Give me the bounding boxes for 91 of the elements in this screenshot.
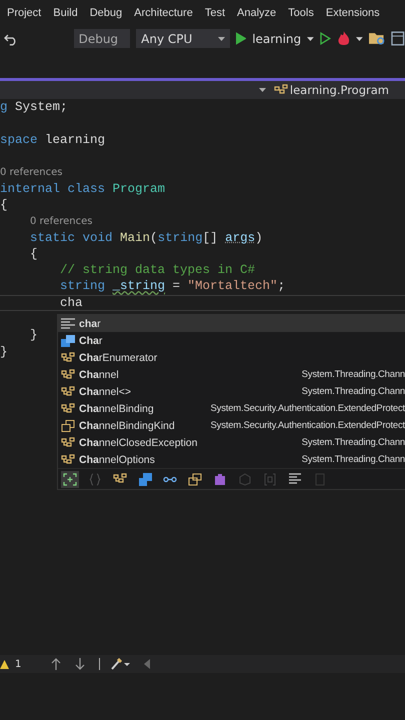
warning-icon[interactable] [0, 660, 9, 668]
completion-name: ChannelBinding [79, 402, 154, 414]
completion-item[interactable]: ChannelOptions System.Threading.Chann [58, 451, 405, 468]
completion-item[interactable]: ChannelBinding System.Security.Authentication.ExtendedProtect [58, 400, 405, 417]
variable-name: _string [112, 279, 166, 294]
folder-search-icon[interactable] [368, 31, 386, 46]
caret-icon [218, 36, 225, 40]
filter-expand-icon[interactable] [61, 470, 79, 488]
code-text: [] [202, 230, 219, 245]
outline-play-icon[interactable] [320, 32, 331, 45]
method-name: Main [120, 230, 150, 245]
completion-item[interactable]: Channel System.Threading.Chann [58, 366, 405, 383]
namespace-text: System.Threading.Chann [300, 437, 405, 448]
warning-count[interactable]: 1 [15, 658, 22, 670]
class-icon [61, 454, 75, 466]
menu-item[interactable]: Extensions [326, 6, 380, 18]
keyword: void [82, 230, 114, 245]
completion-name: ChannelClosedException [79, 436, 198, 448]
caret-icon[interactable] [258, 88, 266, 92]
keyword: static [30, 230, 76, 245]
completion-name: ChannelBindingKind [79, 420, 175, 432]
keyword-icon [61, 318, 75, 330]
completion-name: Char [79, 334, 102, 346]
completion-item[interactable]: ChannelBindingKind System.Security.Authentication.ExtendedProtect [58, 417, 405, 434]
parameter-name: args [225, 230, 256, 245]
keyword: g [0, 100, 8, 114]
completion-name: ChannelOptions [79, 454, 155, 466]
code-text: cha [60, 296, 83, 310]
keyword: class [68, 182, 106, 196]
type-name: Program [112, 182, 166, 196]
completion-name: Channel<> [79, 386, 131, 398]
completion-name: CharEnumerator [79, 352, 158, 364]
code-text: { [30, 246, 38, 261]
class-icon [61, 352, 75, 364]
menu-item[interactable]: Test [204, 6, 226, 18]
keyword: internal [0, 182, 62, 196]
namespace-text: System.Threading.Chann [300, 369, 405, 380]
menu-item[interactable]: Project [7, 6, 42, 18]
window-icon[interactable] [391, 31, 405, 46]
keyword: space [0, 132, 38, 147]
class-icon [274, 84, 288, 96]
class-icon [61, 386, 75, 398]
code-text: System; [14, 100, 68, 114]
caret-icon[interactable] [307, 36, 314, 40]
code-text: { [0, 198, 8, 212]
namespace-text: System.Threading.Chann [300, 386, 405, 397]
string-literal: "Mortaltech" [188, 279, 278, 294]
references-codelens[interactable]: 0 references [0, 166, 62, 178]
completion-name: Channel [79, 368, 119, 380]
completion-item[interactable]: Channel<> System.Threading.Chann [58, 383, 405, 400]
platform-dropdown[interactable]: Any CPU [136, 29, 230, 48]
caret-icon[interactable] [356, 36, 363, 40]
completion-item[interactable]: char [58, 315, 405, 332]
class-icon [61, 368, 75, 380]
down-arrow-icon[interactable] [75, 658, 86, 670]
code-comment: // string data types in C# [60, 263, 256, 278]
code-text: ( [150, 230, 158, 245]
code-text: } [0, 344, 8, 359]
class-icon [61, 402, 75, 414]
completion-item[interactable]: CharEnumerator [58, 349, 405, 366]
filter-enum-icon[interactable] [186, 470, 204, 488]
completion-item[interactable]: Char [58, 332, 405, 349]
code-text: = [172, 279, 182, 294]
keyword: string [60, 279, 106, 294]
left-arrow-icon[interactable] [144, 659, 150, 669]
filter-struct-icon[interactable] [136, 470, 154, 488]
references-codelens[interactable]: 0 references [30, 216, 92, 227]
menu-item[interactable]: Analyze [237, 6, 276, 18]
play-icon[interactable] [236, 32, 246, 45]
code-text: learning [44, 132, 106, 147]
completion-item[interactable]: ChannelClosedException System.Threading.Chann [58, 434, 405, 451]
keyword: string [158, 230, 203, 245]
code-text: ; [278, 279, 286, 294]
configuration-dropdown[interactable]: Debug [74, 29, 130, 48]
up-arrow-icon[interactable] [51, 658, 62, 670]
brush-icon[interactable] [110, 658, 130, 670]
flame-icon[interactable] [336, 30, 350, 46]
enum-icon [61, 420, 75, 432]
code-text: ) [255, 230, 263, 245]
menu-item[interactable]: Tools [288, 6, 314, 18]
menu-item[interactable]: Debug [90, 6, 122, 18]
namespace-text: System.Threading.Chann [300, 454, 405, 465]
menu-item[interactable]: Build [53, 6, 78, 18]
struct-icon [61, 334, 75, 346]
class-icon [61, 436, 75, 448]
namespace-text: System.Security.Authentication.ExtendedProtect [210, 403, 405, 414]
menu-item[interactable]: Architecture [134, 6, 193, 18]
completion-name: char [79, 318, 101, 330]
namespace-text: System.Security.Authentication.ExtendedProtect [210, 420, 405, 431]
start-button[interactable]: learning [252, 32, 302, 46]
code-text: } [30, 328, 38, 342]
